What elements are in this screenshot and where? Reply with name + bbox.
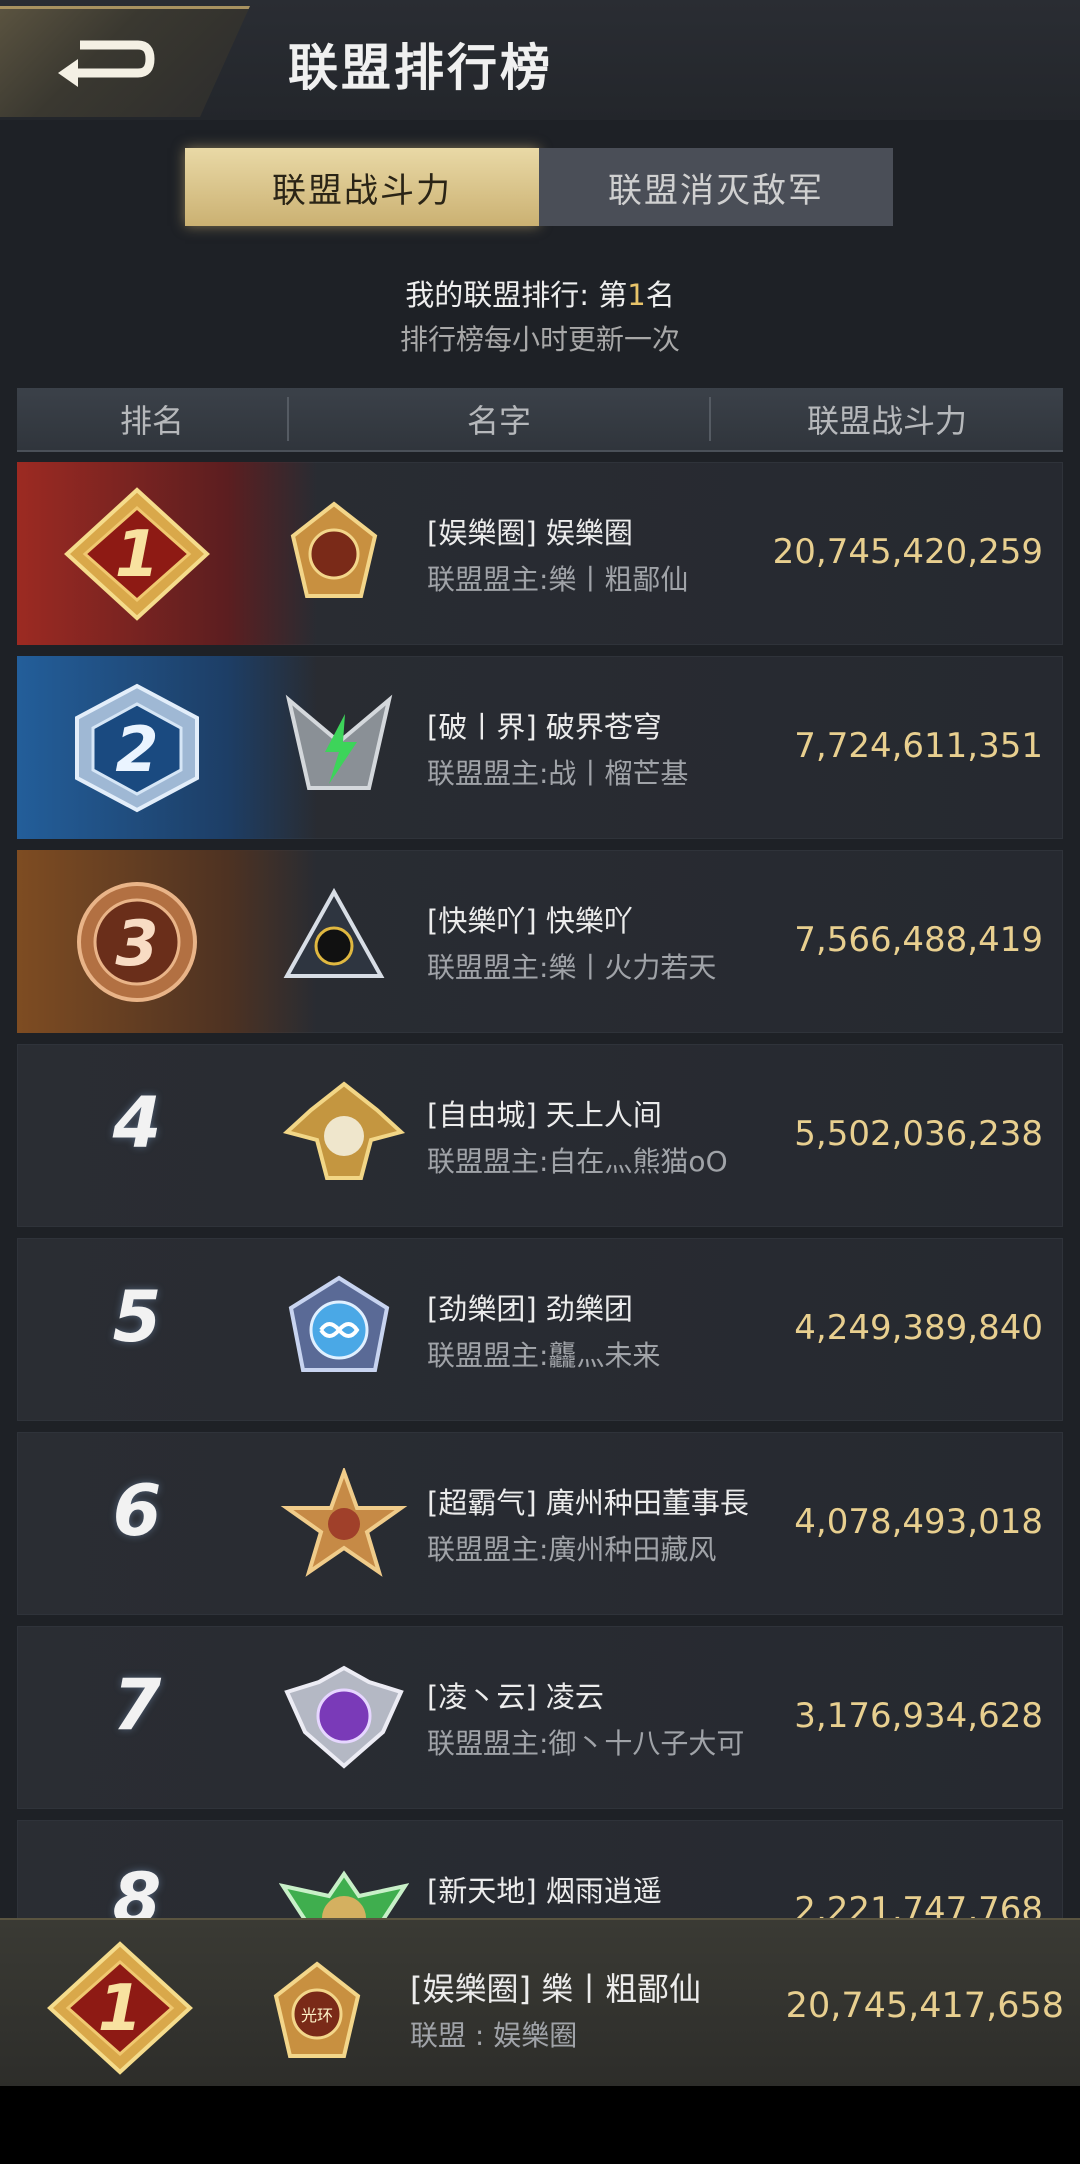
alliance-name: [自由城] 天上人间 [427,1098,662,1132]
column-header: 排名 名字 联盟战斗力 [17,388,1063,452]
emblem-text: 光环 [301,2006,333,2025]
alliance-name: [超霸气] 廣州种田董事長 [427,1486,749,1520]
alliance-name: [新天地] 烟雨逍遥 [427,1874,662,1908]
my-rank-suffix: 名 [645,278,675,312]
back-arrow-icon [58,40,155,87]
update-note: 排行榜每小时更新一次 [399,323,680,356]
leaderboard-row[interactable]: 4 [自由城] 天上人间 联盟盟主:自在灬熊猫oO 5,502,036,238 [17,1044,1063,1227]
gold-rank-badge-icon: 1 [47,1941,193,2075]
alliance-leader: 联盟盟主:战丨榴芒基 [427,757,689,790]
silver-rank-badge-icon: 2 [75,683,199,813]
alliance-leader: 联盟盟主:樂丨粗鄙仙 [427,563,689,596]
alliance-power: 3,176,934,628 [794,1696,1043,1736]
alliance-power: 7,724,611,351 [794,726,1043,766]
alliance-power: 4,249,389,840 [794,1308,1043,1348]
column-name: 名字 [466,402,531,440]
alliance-name: [劲樂团] 劲樂团 [427,1292,633,1326]
leaderboard-row[interactable]: 6 [超霸气] 廣州种田董事長 联盟盟主:廣州种田藏风 4,078,493,01… [17,1432,1063,1615]
alliance-leader: 联盟盟主:廣州种田藏风 [427,1533,717,1566]
rank-number: 1 [115,518,160,592]
star-emblem-icon [280,1468,408,1577]
column-power: 联盟战斗力 [806,402,967,440]
my-rank-prefix: 我的联盟排行: 第 [405,278,628,312]
alliance-leader: 联盟盟主:自在灬熊猫oO [427,1145,728,1178]
alliance-name: [快樂吖] 快樂吖 [427,904,633,938]
alliance-power: 4,078,493,018 [794,1502,1043,1542]
rank-number: 6 [112,1470,162,1552]
leaderboard-row[interactable]: 5 [劲樂团] 劲樂团 联盟盟主:龘灬未来 4,249,389,840 [17,1238,1063,1421]
infinity-emblem-icon [288,1275,390,1372]
my-alliance-label: 联盟 : 娱樂圈 [410,2019,578,2052]
alliance-name: [娱樂圈] 娱樂圈 [427,516,633,550]
alliance-name: [破丨界] 破界苍穹 [427,710,662,744]
rank-number: 3 [115,907,158,980]
rank-number: 2 [115,713,158,786]
rank-number: 7 [112,1664,162,1746]
leaderboard-row[interactable]: 7 [凌丶云] 凌云 联盟盟主:御丶十八子大可 3,176,934,628 [17,1626,1063,1809]
alliance-power: 5,502,036,238 [794,1114,1043,1154]
bear-emblem-icon [282,1081,406,1180]
leaderboard-row[interactable]: 2 [破丨界] 破界苍穹 联盟盟主:战丨榴芒基 7,724,611,351 [17,656,1063,839]
gold-rank-badge-icon: 1 [64,487,210,621]
my-alliance-bar[interactable]: 1 光环 [娱樂圈] 樂丨粗鄙仙 联盟 : 娱樂圈 20,745,417,658 [0,1918,1080,2088]
lightning-emblem-icon [285,694,393,790]
my-alliance-name: [娱樂圈] 樂丨粗鄙仙 [410,1970,702,2008]
back-button[interactable] [0,6,250,117]
alliance-leader: 联盟盟主:御丶十八子大可 [427,1727,745,1760]
halo-emblem-icon [290,501,378,598]
my-alliance-power: 20,745,417,658 [785,1986,1064,2026]
rank-number: 5 [112,1276,162,1358]
panther-emblem-icon [283,887,385,978]
alliance-power: 20,745,420,259 [772,532,1043,572]
tab-alliance-kills[interactable]: 联盟消灭敌军 [539,148,893,226]
system-nav-area [0,2086,1080,2164]
rank-number: 1 [98,1972,143,2046]
rank-number: 4 [112,1082,162,1164]
alliance-power: 7,566,488,419 [794,920,1043,960]
top-bar: 联盟排行榜 [0,0,1080,120]
page-title: 联盟排行榜 [288,39,553,97]
alliance-leader: 联盟盟主:龘灬未来 [427,1339,661,1372]
column-rank: 排名 [119,402,184,440]
bronze-rank-badge-icon: 3 [77,882,197,1002]
tiger-emblem-icon [284,1665,404,1769]
alliance-leader: 联盟盟主:樂丨火力若天 [427,951,717,984]
tab-alliance-power[interactable]: 联盟战斗力 [185,148,539,226]
leaderboard-row[interactable]: 1 [娱樂圈] 娱樂圈 联盟盟主:樂丨粗鄙仙 20,745,420,259 [17,462,1063,645]
my-rank-number: 1 [627,278,646,312]
my-rank-text: 我的联盟排行: 第1名 [0,272,1080,314]
tab-bar: 联盟战斗力 联盟消灭敌军 [185,148,893,226]
halo-emblem-icon: 光环 [273,1961,361,2058]
leaderboard-row[interactable]: 3 [快樂吖] 快樂吖 联盟盟主:樂丨火力若天 7,566,488,419 [17,850,1063,1033]
alliance-name: [凌丶云] 凌云 [427,1680,604,1714]
